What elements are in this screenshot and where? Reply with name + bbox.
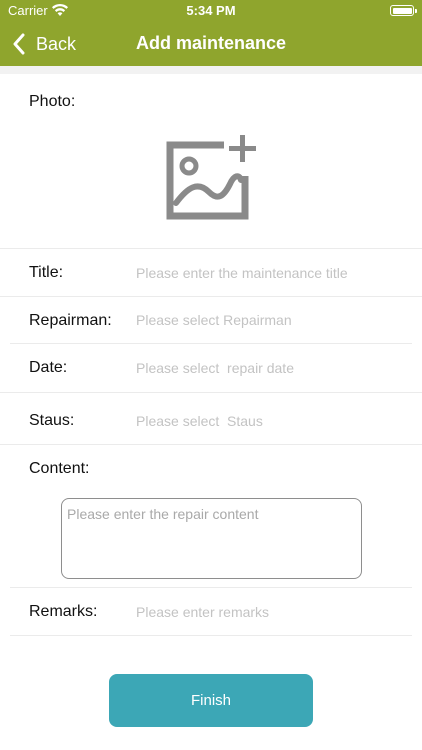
row-divider xyxy=(0,444,422,445)
remarks-input[interactable] xyxy=(136,601,406,623)
date-label: Date: xyxy=(29,359,68,376)
content-textarea[interactable] xyxy=(61,498,362,579)
title-input[interactable] xyxy=(136,262,406,284)
row-divider xyxy=(10,587,412,588)
add-image-icon xyxy=(166,135,256,220)
title-label: Title: xyxy=(29,264,64,281)
row-divider xyxy=(10,343,412,344)
repairman-label: Repairman: xyxy=(29,312,112,329)
add-photo-button[interactable] xyxy=(162,130,262,226)
status-label: Staus: xyxy=(29,412,75,429)
row-divider xyxy=(0,296,422,297)
header-divider xyxy=(0,66,422,74)
date-select[interactable]: Please select repair date xyxy=(136,360,294,376)
navigation-header: Carrier 5:34 PM Back Add maintenance xyxy=(0,0,422,66)
finish-button[interactable]: Finish xyxy=(109,674,313,727)
remarks-label: Remarks: xyxy=(29,603,98,620)
content-label: Content: xyxy=(29,460,90,477)
status-select[interactable]: Please select Staus xyxy=(136,413,263,429)
page-title: Add maintenance xyxy=(135,33,287,53)
row-divider xyxy=(0,248,422,249)
photo-label: Photo: xyxy=(29,93,76,110)
repairman-select[interactable]: Please select Repairman xyxy=(136,312,292,328)
row-divider xyxy=(10,635,412,636)
add-maintenance-screen: Carrier 5:34 PM Back Add maintenance Pho… xyxy=(0,0,422,750)
battery-icon xyxy=(390,5,417,16)
row-divider xyxy=(0,392,422,393)
status-bar: Carrier 5:34 PM xyxy=(0,0,422,22)
status-time: 5:34 PM xyxy=(186,3,236,18)
